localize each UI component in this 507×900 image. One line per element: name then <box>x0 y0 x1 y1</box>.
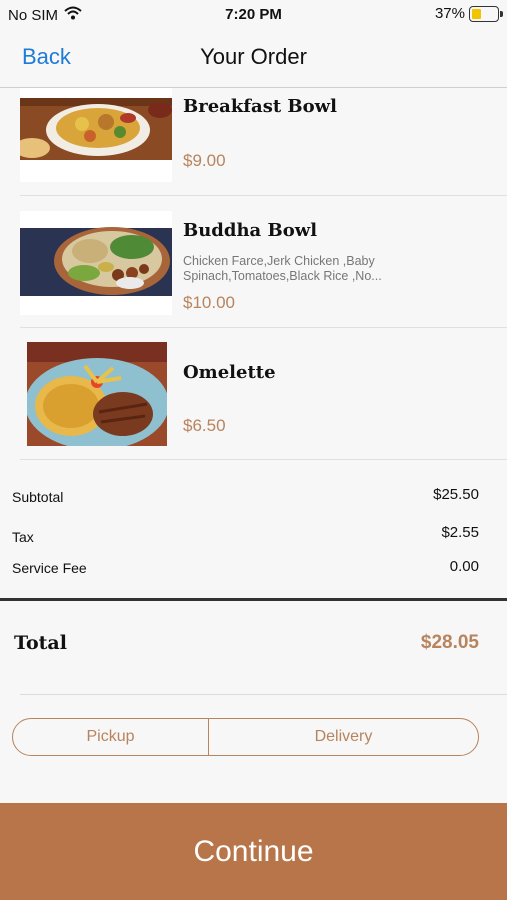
subtotal-label: Subtotal <box>12 489 64 505</box>
pickup-option[interactable]: Pickup <box>13 719 209 755</box>
total-label: Total <box>14 632 67 654</box>
order-item-breakfast-bowl[interactable]: Breakfast Bowl $9.00 <box>20 88 507 196</box>
clock: 7:20 PM <box>225 6 282 23</box>
item-price: $9.00 <box>183 151 226 170</box>
continue-button[interactable]: Continue <box>0 803 507 900</box>
item-price: $10.00 <box>183 293 235 312</box>
divider <box>0 598 507 601</box>
nav-bar: Back Your Order <box>0 30 507 88</box>
item-description-line: Spinach,Tomatoes,Black Rice ,No... <box>183 269 382 283</box>
total-row: Total $28.05 <box>14 632 479 654</box>
tax-value: $2.55 <box>441 524 479 541</box>
service-fee-label: Service Fee <box>12 560 87 576</box>
order-item-omelette[interactable]: Omelette $6.50 <box>20 328 507 460</box>
battery-icon <box>469 5 503 22</box>
status-bar: No SIM 7:20 PM 37% <box>0 0 507 30</box>
subtotal-value: $25.50 <box>433 486 479 503</box>
item-name: Breakfast Bowl <box>183 96 337 117</box>
fulfillment-selector: Pickup Delivery <box>12 718 479 756</box>
page-title: Your Order <box>200 44 307 69</box>
item-name: Omelette <box>183 362 276 383</box>
delivery-option[interactable]: Delivery <box>209 719 478 755</box>
item-description: Chicken Farce,Jerk Chicken ,Baby Spinach… <box>183 254 413 284</box>
service-fee-row: Service Fee 0.00 <box>12 558 479 576</box>
item-name: Buddha Bowl <box>183 220 318 241</box>
item-description-line: Chicken Farce,Jerk Chicken ,Baby <box>183 254 375 268</box>
total-value: $28.05 <box>420 632 479 653</box>
divider <box>20 694 507 695</box>
omelette-image <box>27 342 167 446</box>
tax-label: Tax <box>12 529 34 545</box>
battery-percent: 37% <box>434 5 465 22</box>
service-fee-value: 0.00 <box>449 558 479 575</box>
buddha-bowl-image <box>20 211 172 315</box>
tax-row: Tax $2.55 <box>12 524 479 545</box>
battery-status: 37% <box>434 5 503 22</box>
order-item-buddha-bowl[interactable]: Buddha Bowl Chicken Farce,Jerk Chicken ,… <box>20 196 507 328</box>
breakfast-bowl-image <box>20 88 172 182</box>
item-price: $6.50 <box>183 416 226 435</box>
subtotal-row: Subtotal $25.50 <box>12 486 479 505</box>
